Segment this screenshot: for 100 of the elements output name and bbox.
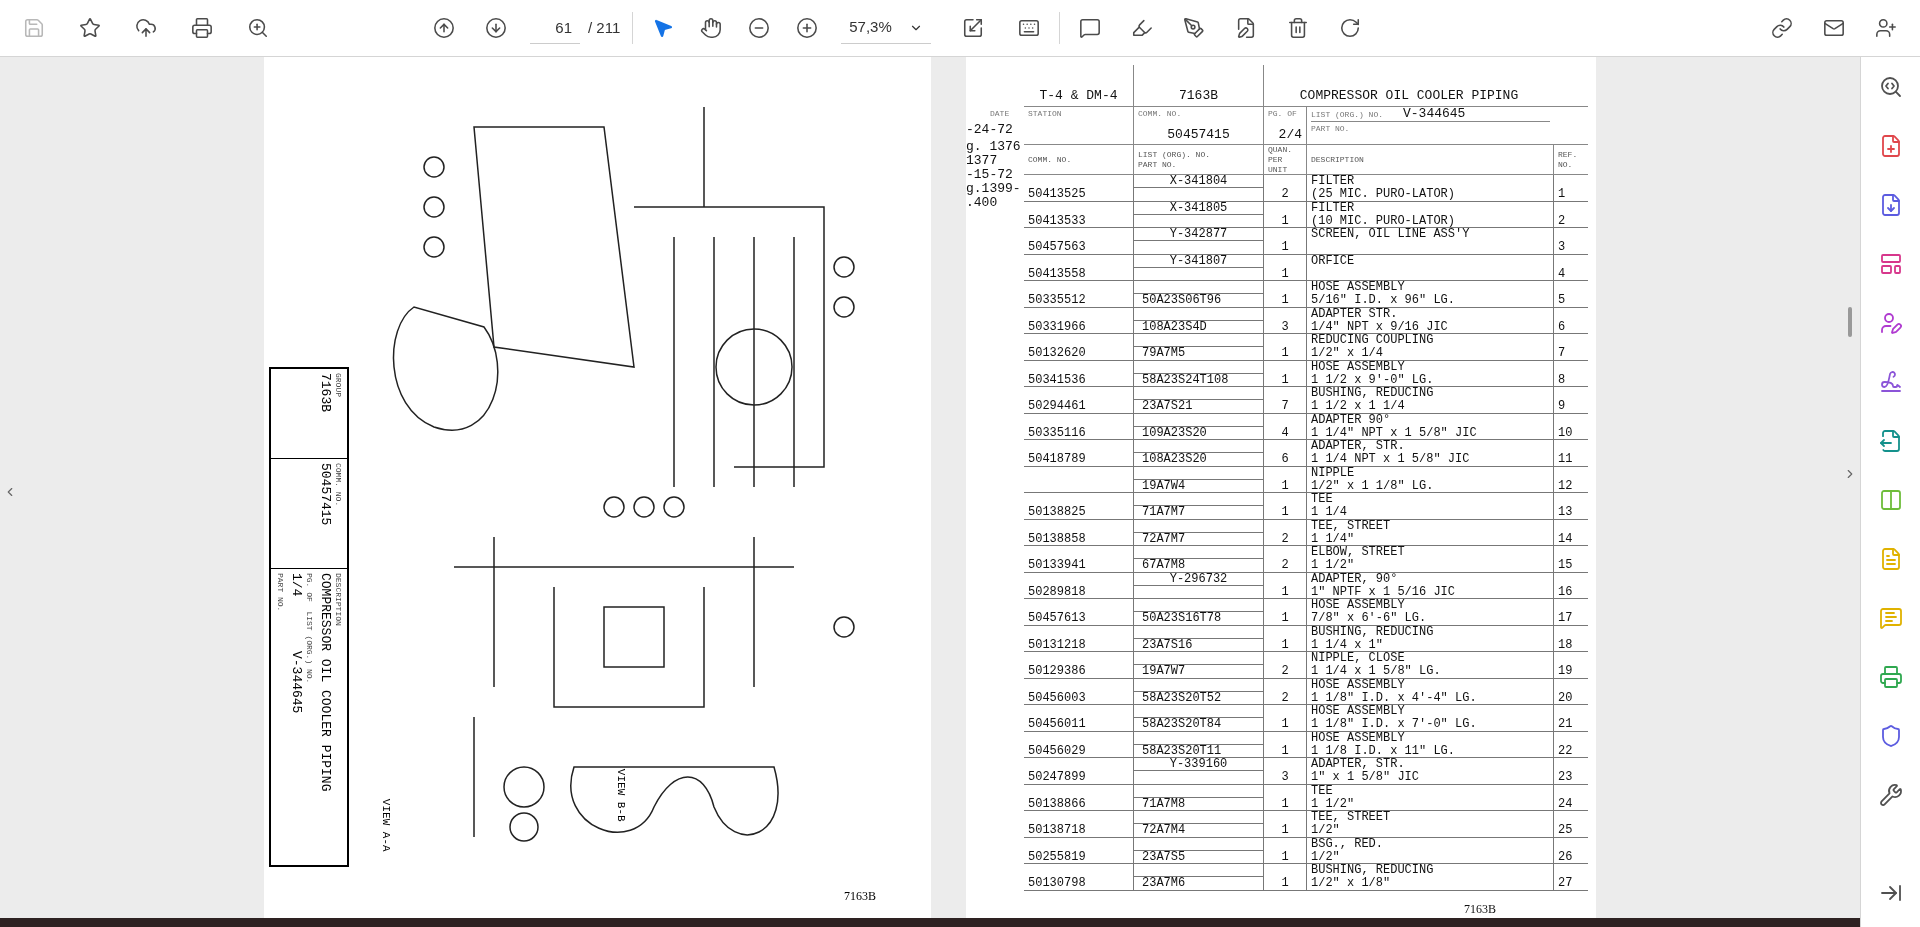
title-block-label: COMM. NO. bbox=[333, 463, 343, 509]
hand-icon bbox=[700, 17, 723, 39]
ref-no-cell: 8 bbox=[1558, 373, 1566, 387]
part-no-cell: 108A23S4D bbox=[1142, 319, 1207, 334]
description-cell-text: 1/2" x 1/8" bbox=[1311, 877, 1392, 890]
zoom-icon bbox=[247, 17, 269, 39]
header-value: COMPRESSOR OIL COOLER PIPING bbox=[1299, 89, 1519, 102]
description-cell-text: HOSE ASSEMBLY bbox=[1311, 599, 1406, 612]
ref-no-cell: 11 bbox=[1558, 453, 1573, 466]
description-cell-text: 1/4" NPT x 9/16 JIC bbox=[1311, 320, 1449, 334]
ref-no-cell: 5 bbox=[1558, 294, 1566, 307]
columns-icon bbox=[1878, 488, 1903, 512]
view-label: VIEW B-B bbox=[613, 768, 628, 822]
comm-no-cell: 50131218 bbox=[1028, 638, 1086, 652]
arrow-down-icon bbox=[485, 17, 507, 39]
description-cell-text: BUSHING, REDUCING bbox=[1311, 387, 1435, 400]
part-no-cell: 23A7M6 bbox=[1142, 876, 1186, 890]
title-block-label: GROUP bbox=[333, 373, 343, 399]
list-no-cell: X-341804 bbox=[1169, 174, 1228, 188]
ref-no-cell: 7 bbox=[1558, 347, 1566, 360]
column-header: PART NO. bbox=[1138, 160, 1178, 170]
quantity-cell: 4 bbox=[1281, 426, 1289, 440]
comm-no-cell: 50413525 bbox=[1028, 188, 1086, 201]
list-no-cell: Y-296732 bbox=[1169, 571, 1228, 586]
part-no-cell: 58A23S20T11 bbox=[1142, 743, 1222, 758]
description-cell-text: HOSE ASSEMBLY bbox=[1311, 360, 1406, 374]
ref-no-cell: 10 bbox=[1558, 426, 1573, 440]
title-block-label: DESCRIPTION bbox=[333, 573, 343, 628]
comm-no-cell: 50341536 bbox=[1028, 373, 1086, 387]
column-header: REF. NO. bbox=[1558, 150, 1579, 170]
description-cell-text: REDUCING COUPLING bbox=[1311, 334, 1435, 347]
comm-no-cell: 50418789 bbox=[1028, 453, 1086, 466]
quantity-cell: 2 bbox=[1281, 532, 1289, 546]
description-cell-text: 1/2" bbox=[1311, 824, 1341, 837]
quantity-cell: 1 bbox=[1281, 877, 1289, 890]
list-no-cell: Y-341807 bbox=[1169, 253, 1228, 268]
description-cell-text: 1 1/8" I.D. x 7'-0" LG. bbox=[1311, 718, 1478, 731]
ref-no-cell: 3 bbox=[1558, 241, 1566, 254]
view-label: VIEW A-A bbox=[378, 798, 393, 852]
description-cell-text: 1 1/4" bbox=[1311, 532, 1356, 546]
page-total: / 211 bbox=[588, 17, 621, 38]
description-cell-text: 1" x 1 5/8" JIC bbox=[1311, 771, 1421, 784]
part-no-cell: 72A7M7 bbox=[1142, 531, 1186, 546]
part-no-cell: 58A23S20T52 bbox=[1142, 690, 1222, 705]
title-block-label: PG. OF LIST (ORG.) NO. bbox=[304, 573, 314, 686]
description-cell-text: 7/8" x 6'-6" LG. bbox=[1311, 612, 1428, 625]
zoom-out-icon bbox=[748, 17, 771, 39]
part-no-cell: 67A7M8 bbox=[1142, 558, 1186, 572]
comm-no-label: COMM. NO. bbox=[1138, 108, 1183, 120]
ref-no-cell: 20 bbox=[1558, 691, 1573, 705]
description-cell-text: FILTER bbox=[1311, 175, 1356, 188]
pointer-icon bbox=[652, 17, 675, 39]
description-cell-text: BSG., RED. bbox=[1311, 837, 1384, 851]
quantity-cell: 1 bbox=[1281, 506, 1289, 519]
list-no-value: V-344645 bbox=[1403, 107, 1466, 120]
quantity-cell: 1 bbox=[1281, 214, 1289, 228]
description-cell-text: ELBOW, STREET bbox=[1311, 546, 1406, 559]
description-cell-text: BUSHING, REDUCING bbox=[1311, 864, 1435, 877]
column-header: COMM. NO. bbox=[1028, 155, 1072, 165]
mail-icon bbox=[1823, 17, 1845, 39]
list-no-label: LIST (ORG.) NO. bbox=[1311, 109, 1383, 121]
scrollbar-thumb[interactable] bbox=[1848, 307, 1852, 337]
part-no-label: PART NO. bbox=[1311, 123, 1351, 135]
part-no-cell: 71A7M7 bbox=[1142, 505, 1186, 519]
list-no-cell: Y-342877 bbox=[1169, 227, 1228, 241]
description-cell-text: 1/2" x 1 1/8" LG. bbox=[1311, 479, 1435, 493]
station-label: STATION bbox=[1028, 109, 1062, 118]
side-note: 1377 bbox=[966, 154, 999, 168]
description-cell-text: 1 1/8" I.D. x 4'-4" LG. bbox=[1311, 691, 1478, 705]
quantity-cell: 3 bbox=[1281, 320, 1289, 334]
quantity-cell: 1 bbox=[1281, 638, 1289, 652]
ref-no-cell: 14 bbox=[1558, 532, 1573, 546]
print-icon bbox=[1878, 665, 1903, 689]
quantity-cell: 2 bbox=[1281, 665, 1289, 678]
comm-no-cell: 50456029 bbox=[1028, 744, 1086, 758]
quantity-cell: 1 bbox=[1281, 373, 1289, 387]
quantity-cell: 1 bbox=[1281, 744, 1289, 758]
part-no-cell: 79A7M5 bbox=[1142, 346, 1186, 360]
description-cell-text: ADAPTER, STR. bbox=[1311, 440, 1406, 453]
quantity-cell: 1 bbox=[1281, 267, 1289, 281]
description-cell-text: TEE bbox=[1311, 784, 1334, 798]
page-number-field[interactable]: 61 bbox=[530, 12, 580, 44]
side-note: g. 1376 bbox=[966, 140, 1022, 154]
list-no-cell: Y-339160 bbox=[1169, 757, 1228, 771]
date-label: DATE bbox=[989, 109, 1011, 119]
description-cell-text: 1 1/2 x 1 1/4 bbox=[1311, 400, 1406, 413]
description-cell-text: 1 1/2" bbox=[1311, 559, 1356, 572]
side-note: g.1399- bbox=[966, 182, 1022, 196]
ref-no-cell: 21 bbox=[1558, 718, 1573, 731]
quantity-cell: 2 bbox=[1281, 188, 1289, 201]
export-file-icon bbox=[1878, 429, 1903, 453]
description-cell-text: HOSE ASSEMBLY bbox=[1311, 705, 1406, 718]
list-no-cell: X-341805 bbox=[1169, 200, 1228, 215]
ref-no-cell: 16 bbox=[1558, 585, 1573, 599]
zoom-dropdown[interactable]: 57,3% bbox=[841, 12, 932, 44]
quantity-cell: 2 bbox=[1281, 559, 1289, 572]
part-no-cell: 50A23S06T96 bbox=[1142, 293, 1222, 307]
signature-icon bbox=[1878, 370, 1903, 394]
description-cell-text: 1" NPTF x 1 5/16 JIC bbox=[1311, 585, 1457, 599]
rotate-icon bbox=[1339, 17, 1362, 39]
